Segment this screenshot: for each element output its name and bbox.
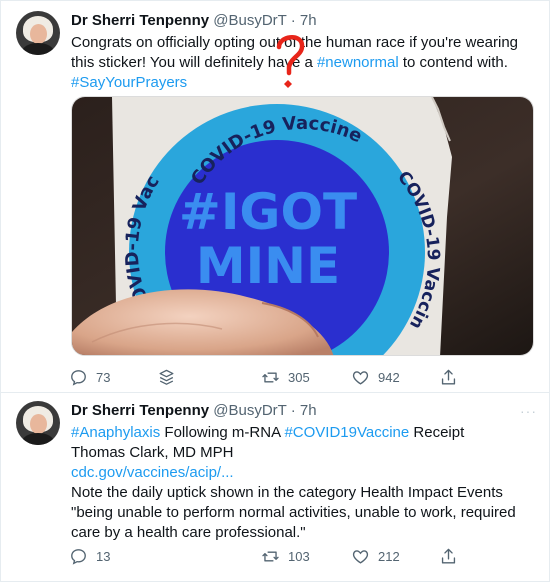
tweet-actions: 73 305 942 [69, 367, 469, 387]
separator-dot: · [290, 12, 296, 29]
share-icon [441, 548, 456, 564]
share-icon [441, 369, 456, 385]
retweet-icon [262, 550, 279, 562]
hashtag-covid19vaccine[interactable]: #COVID19Vaccine [284, 424, 409, 441]
tweet-text: #Anaphylaxis Following m-RNA #COVID19Vac… [71, 423, 537, 543]
reply-count: 13 [96, 548, 111, 564]
avatar-face [30, 414, 47, 434]
sticker-text-line1: #IGOT [179, 183, 357, 241]
share-button[interactable] [439, 367, 466, 387]
retweet-button[interactable]: 305 [261, 367, 310, 387]
author-name[interactable]: Dr Sherri Tenpenny [71, 402, 209, 419]
reply-button[interactable]: 13 [69, 546, 110, 566]
question-mark-annotation [276, 35, 305, 88]
avatar-shirt [22, 433, 54, 445]
author-handle[interactable]: @BusyDrT [213, 402, 286, 419]
tweet-header: Dr Sherri Tenpenny @BusyDrT · 7h ··· [71, 401, 537, 421]
like-icon [352, 549, 369, 564]
tweet[interactable]: Dr Sherri Tenpenny @BusyDrT · 7h ··· #An… [1, 393, 549, 581]
reply-count: 73 [96, 369, 111, 385]
avatar-face [30, 24, 47, 44]
retweet-count: 103 [288, 548, 310, 564]
tweet-text-part: to contend with. [398, 54, 508, 71]
like-count: 212 [378, 548, 400, 564]
like-count: 942 [378, 369, 400, 385]
hashtag-saryourprayers[interactable]: #SayYourPrayers [71, 74, 187, 91]
reply-icon [71, 369, 86, 386]
tweet-actions: 13 103 212 [69, 546, 469, 566]
tweet-text-part: Receipt [409, 424, 465, 441]
tweet-body-text: Note the daily uptick shown in the categ… [71, 484, 516, 541]
separator-dot: · [290, 402, 296, 419]
retweet-icon [262, 371, 279, 383]
cdc-link[interactable]: cdc.gov/vaccines/acip/... [71, 464, 234, 481]
retweet-button[interactable]: 103 [261, 546, 310, 566]
avatar-shirt [22, 43, 54, 55]
more-icon[interactable]: ··· [520, 401, 537, 421]
share-button[interactable] [439, 546, 466, 566]
like-button[interactable]: 942 [351, 367, 400, 387]
timeline: Dr Sherri Tenpenny @BusyDrT · 7h Congrat… [0, 0, 550, 582]
sticker-photo: COVID-19 Vaccine COVID-19 Vaccine COVID-… [72, 97, 533, 355]
hashtag-newnormal[interactable]: #newnormal [317, 54, 399, 71]
tweet-header: Dr Sherri Tenpenny @BusyDrT · 7h [71, 11, 537, 31]
share-stack-button[interactable] [157, 367, 184, 387]
tweet-media-photo[interactable]: COVID-19 Vaccine COVID-19 Vaccine COVID-… [71, 96, 534, 356]
avatar[interactable] [16, 401, 60, 445]
share-stack-icon [159, 369, 174, 385]
author-handle[interactable]: @BusyDrT [213, 12, 286, 29]
sticker-text-line2: MINE [196, 237, 340, 295]
reply-button[interactable]: 73 [69, 367, 110, 387]
timestamp[interactable]: 7h [300, 12, 317, 29]
tweet[interactable]: Dr Sherri Tenpenny @BusyDrT · 7h Congrat… [1, 1, 549, 393]
like-icon [352, 370, 369, 385]
timestamp[interactable]: 7h [300, 402, 317, 419]
tweet-text-part: Following m-RNA [160, 424, 285, 441]
author-name[interactable]: Dr Sherri Tenpenny [71, 12, 209, 29]
like-button[interactable]: 212 [351, 546, 400, 566]
hashtag-anaphylaxis[interactable]: #Anaphylaxis [71, 424, 160, 441]
retweet-count: 305 [288, 369, 310, 385]
tweet-content: Dr Sherri Tenpenny @BusyDrT · 7h ··· #An… [71, 401, 537, 543]
avatar[interactable] [16, 11, 60, 55]
tweet-text-line: Thomas Clark, MD MPH [71, 444, 234, 461]
reply-icon [71, 548, 86, 565]
